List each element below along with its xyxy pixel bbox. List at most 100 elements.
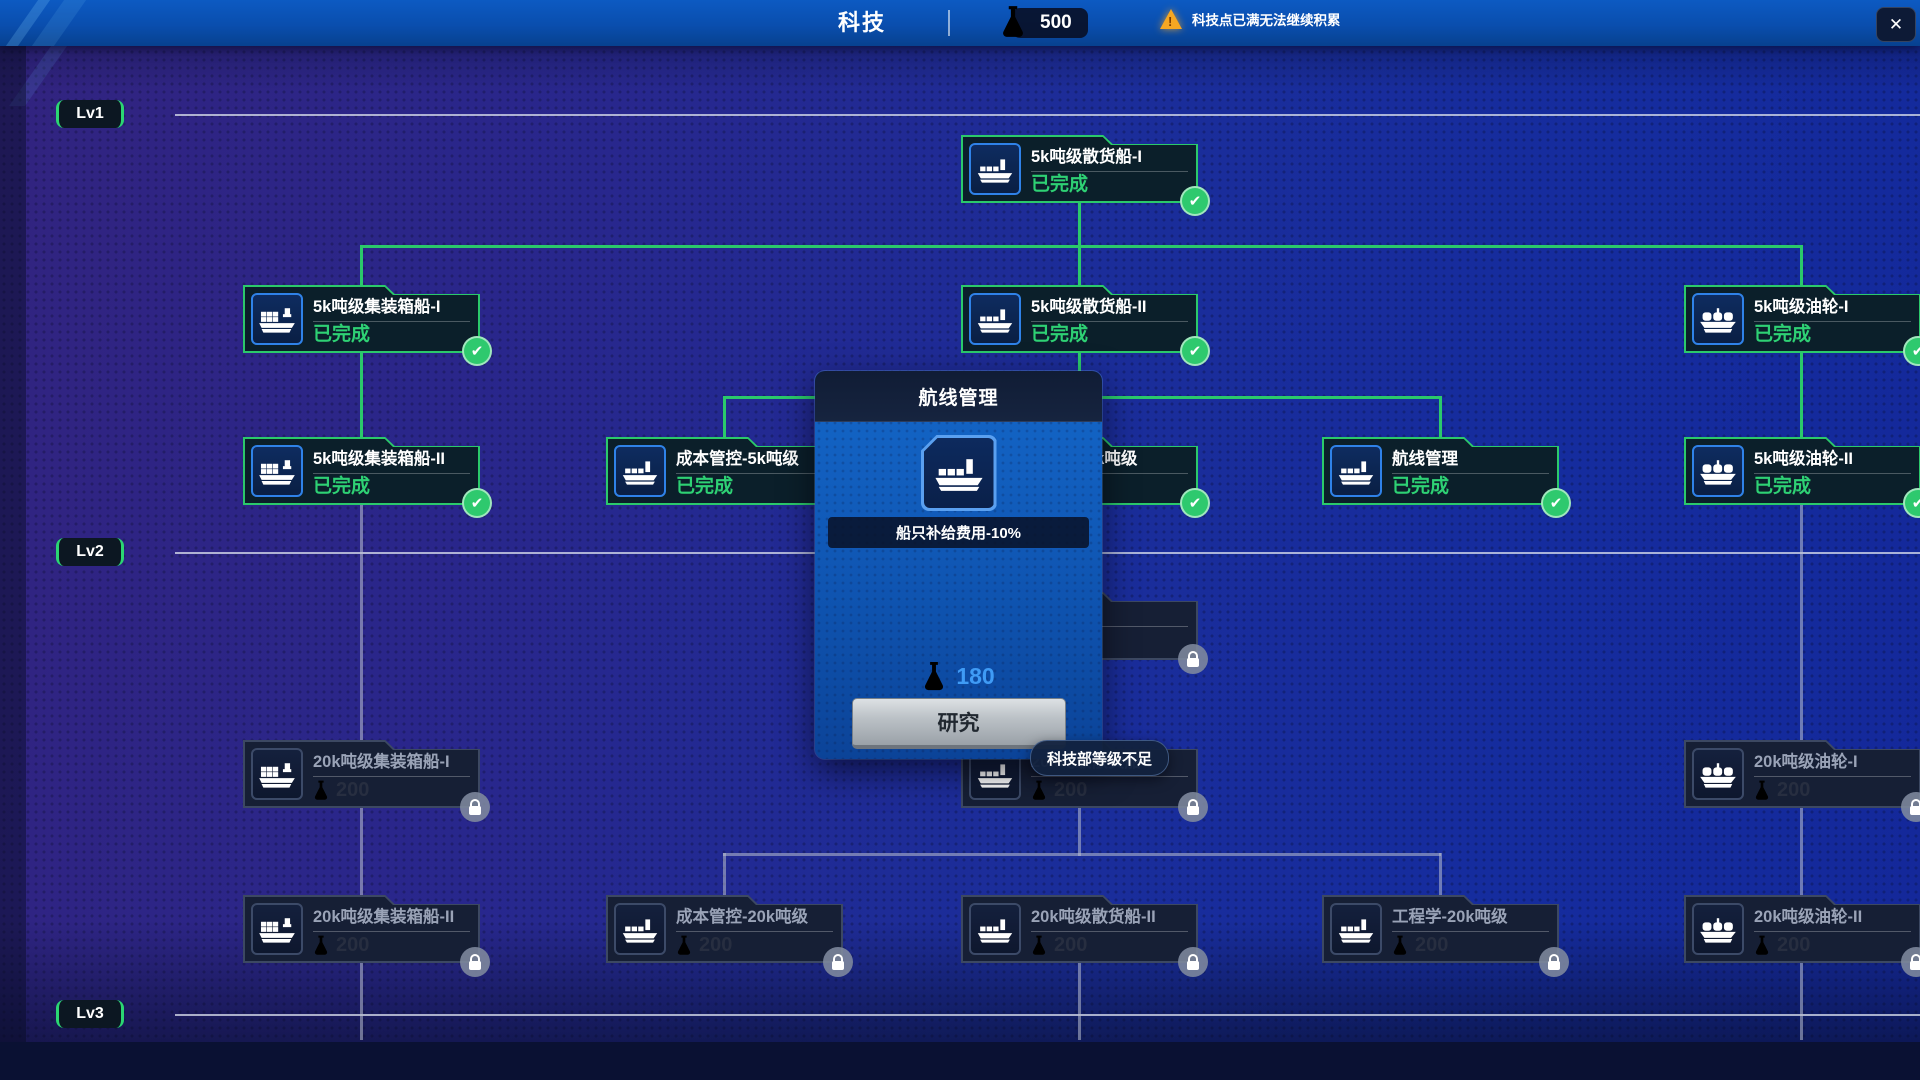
lock-glyph bbox=[1910, 961, 1920, 970]
tech-node[interactable]: 20k吨级散货船-II200 bbox=[961, 895, 1198, 963]
tree-connector bbox=[1800, 808, 1803, 897]
node-cost: 200 bbox=[1031, 935, 1188, 956]
bulk-ship-glyph bbox=[1337, 915, 1375, 944]
completed-check-icon: ✔ bbox=[1180, 186, 1210, 216]
node-divider bbox=[1754, 931, 1911, 932]
flask-icon bbox=[1031, 935, 1047, 956]
tree-connector bbox=[1800, 353, 1803, 439]
lock-glyph bbox=[1187, 658, 1199, 667]
tanker-ship-icon bbox=[1692, 748, 1744, 800]
tech-node[interactable]: 成本管控-20k吨级 200 bbox=[606, 895, 843, 963]
node-cost: 200 bbox=[1754, 935, 1911, 956]
container-ship-glyph bbox=[258, 457, 296, 486]
node-text: 5k吨级集装箱船-I已完成 bbox=[313, 293, 470, 345]
tech-node[interactable]: 航线管理已完成✔ bbox=[1322, 437, 1559, 505]
warning-banner: 科技点已满无法继续积累 bbox=[1160, 9, 1341, 29]
close-button[interactable]: ✕ bbox=[1876, 7, 1916, 42]
node-status-completed: 已完成 bbox=[1754, 477, 1911, 497]
node-divider bbox=[1031, 171, 1188, 172]
tree-connector bbox=[1800, 245, 1803, 287]
bulk-ship-icon bbox=[614, 903, 666, 955]
completed-check-icon: ✔ bbox=[1180, 488, 1210, 518]
tech-node[interactable]: 20k吨级油轮-I 200 bbox=[1684, 740, 1920, 808]
flask-icon bbox=[313, 780, 329, 801]
tech-node[interactable]: 5k吨级集装箱船-II已完成✔ bbox=[243, 437, 480, 505]
flask-icon bbox=[922, 661, 946, 692]
node-divider bbox=[1392, 931, 1549, 932]
node-text: 20k吨级集装箱船-I200 bbox=[313, 748, 470, 801]
tree-connector bbox=[1078, 963, 1081, 1040]
node-divider bbox=[1754, 321, 1911, 322]
node-content: 5k吨级油轮-I 已完成 bbox=[1686, 287, 1919, 351]
node-text: 20k吨级散货船-II200 bbox=[1031, 903, 1188, 956]
node-title: 成本管控-20k吨级 bbox=[676, 903, 833, 927]
node-cost: 200 bbox=[1392, 935, 1549, 956]
bulk-ship-icon bbox=[614, 445, 666, 497]
topbar-divider bbox=[948, 10, 950, 36]
node-divider bbox=[313, 776, 470, 777]
node-status-completed: 已完成 bbox=[676, 477, 833, 497]
tree-connector bbox=[360, 245, 363, 287]
node-content: 5k吨级集装箱船-II已完成 bbox=[245, 439, 478, 503]
tree-connector bbox=[723, 853, 726, 897]
tree-connector bbox=[361, 245, 1802, 248]
bulk-ship-icon bbox=[1330, 445, 1382, 497]
tech-node[interactable]: 20k吨级油轮-II200 bbox=[1684, 895, 1920, 963]
completed-check-icon: ✔ bbox=[1180, 336, 1210, 366]
flask-icon bbox=[313, 935, 329, 956]
node-cost: 200 bbox=[676, 935, 833, 956]
node-text: 成本管控-20k吨级 200 bbox=[676, 903, 833, 956]
node-cost: 200 bbox=[1754, 780, 1911, 801]
flask-icon bbox=[1031, 780, 1047, 801]
lock-glyph bbox=[1910, 806, 1920, 815]
node-divider bbox=[676, 931, 833, 932]
tree-connector bbox=[1800, 505, 1803, 742]
node-status-completed: 已完成 bbox=[1754, 325, 1911, 345]
node-status-completed: 已完成 bbox=[1031, 175, 1188, 195]
tech-node[interactable]: 5k吨级散货船-II已完成✔ bbox=[961, 285, 1198, 353]
node-text: 20k吨级油轮-II200 bbox=[1754, 903, 1911, 956]
completed-check-icon: ✔ bbox=[1903, 336, 1920, 366]
bulk-ship-icon bbox=[969, 903, 1021, 955]
tech-node[interactable]: 工程学-20k吨级 200 bbox=[1322, 895, 1559, 963]
tanker-ship-glyph bbox=[1699, 915, 1737, 944]
node-text: 5k吨级集装箱船-II已完成 bbox=[313, 445, 470, 497]
node-content: 20k吨级集装箱船-II200 bbox=[245, 897, 478, 961]
node-title: 成本管控-5k吨级 bbox=[676, 445, 833, 469]
bulk-ship-glyph bbox=[976, 760, 1014, 789]
tree-connector bbox=[360, 505, 363, 742]
research-button[interactable]: 研究 bbox=[852, 698, 1066, 749]
node-content: 航线管理已完成 bbox=[1324, 439, 1557, 503]
node-text: 5k吨级油轮-I 已完成 bbox=[1754, 293, 1911, 345]
bulk-ship-icon bbox=[1330, 903, 1382, 955]
node-divider bbox=[313, 473, 470, 474]
node-cost-value: 200 bbox=[1054, 935, 1087, 955]
tech-node[interactable]: 5k吨级集装箱船-I已完成✔ bbox=[243, 285, 480, 353]
node-title: 5k吨级油轮-I bbox=[1754, 293, 1911, 317]
node-content: 5k吨级油轮-II已完成 bbox=[1686, 439, 1919, 503]
node-title: 5k吨级散货船-II bbox=[1031, 293, 1188, 317]
node-content: 20k吨级集装箱船-I200 bbox=[245, 742, 478, 806]
tech-node[interactable]: 20k吨级集装箱船-I200 bbox=[243, 740, 480, 808]
node-title: 20k吨级油轮-I bbox=[1754, 748, 1911, 772]
tree-connector bbox=[1439, 396, 1442, 439]
node-content: 20k吨级散货船-II200 bbox=[963, 897, 1196, 961]
tech-node[interactable]: 20k吨级集装箱船-II200 bbox=[243, 895, 480, 963]
popup-title: 航线管理 bbox=[918, 383, 998, 410]
tech-node[interactable]: 5k吨级散货船-I已完成✔ bbox=[961, 135, 1198, 203]
node-text: 5k吨级散货船-I 已完成 bbox=[1031, 143, 1188, 195]
tree-connector bbox=[1078, 808, 1081, 856]
node-title: 工程学-20k吨级 bbox=[1392, 903, 1549, 927]
tree-connector bbox=[1078, 245, 1081, 287]
tech-node[interactable]: 5k吨级油轮-I已完成✔ bbox=[1684, 285, 1920, 353]
level-badge-lv1: Lv1 bbox=[56, 100, 124, 128]
lock-glyph bbox=[1187, 806, 1199, 815]
node-title: 5k吨级散货船-I bbox=[1031, 143, 1188, 167]
tech-node[interactable]: 成本管控-5k吨级已完成✔ bbox=[606, 437, 843, 505]
container-ship-glyph bbox=[258, 305, 296, 334]
node-divider bbox=[313, 321, 470, 322]
lock-glyph bbox=[832, 961, 844, 970]
tech-node[interactable]: 5k吨级油轮-II已完成✔ bbox=[1684, 437, 1920, 505]
tree-connector bbox=[360, 808, 363, 897]
tooltip-text: 科技部等级不足 bbox=[1047, 748, 1152, 769]
